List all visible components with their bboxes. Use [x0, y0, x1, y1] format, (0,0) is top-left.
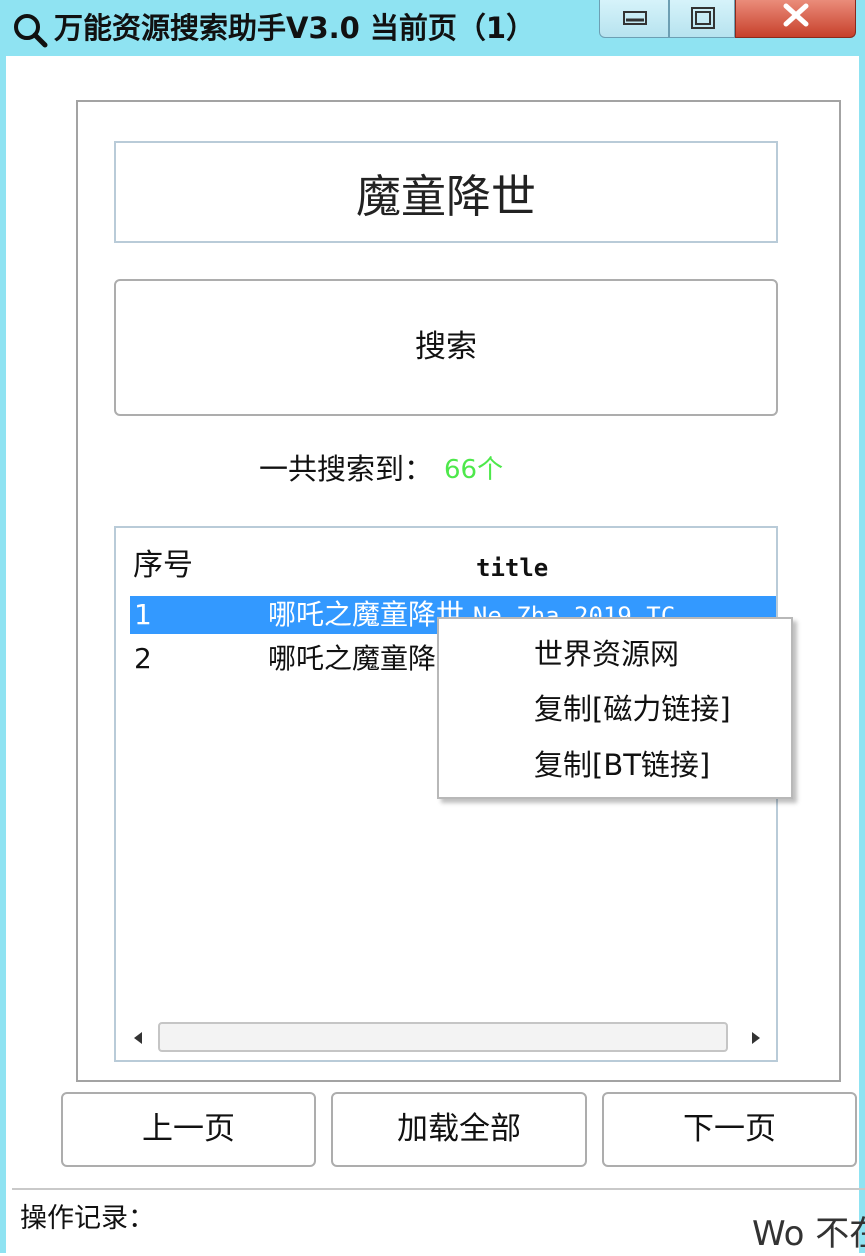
result-count-label: 一共搜索到： — [259, 452, 434, 486]
row-title: 哪吒之魔童降世 — [268, 640, 464, 678]
prev-page-button[interactable]: 上一页 — [61, 1092, 316, 1167]
scroll-right-arrow-icon[interactable] — [746, 1024, 766, 1052]
search-button[interactable]: 搜索 — [114, 279, 778, 416]
result-count-value: 66个 — [444, 455, 504, 485]
window-title: 万能资源搜索助手V3.0 当前页（1） — [54, 11, 536, 45]
context-menu: 世界资源网 复制[磁力链接] 复制[BT链接] — [437, 617, 793, 799]
scrollbar-thumb[interactable] — [158, 1022, 728, 1052]
minimize-button[interactable] — [599, 0, 669, 38]
row-title-cjk: 哪吒之魔童降世 — [268, 642, 465, 675]
column-header-title[interactable]: title — [476, 550, 548, 586]
divider — [12, 1188, 865, 1190]
column-header-index[interactable]: 序号 — [133, 548, 193, 584]
magnifier-icon — [14, 14, 48, 48]
next-page-button[interactable]: 下一页 — [602, 1092, 857, 1167]
watermark-text: Wo 不在 — [752, 1214, 865, 1254]
operation-log-label: 操作记录： — [20, 1203, 155, 1234]
row-index: 1 — [134, 598, 152, 631]
app-window: 万能资源搜索助手V3.0 当前页（1） 搜索 一共搜索到： 66个 序号 tit… — [0, 0, 865, 1253]
menu-item-copy-magnet[interactable]: 复制[磁力链接] — [534, 690, 731, 728]
close-icon — [783, 3, 809, 27]
load-all-button[interactable]: 加载全部 — [331, 1092, 587, 1167]
menu-item-copy-bt[interactable]: 复制[BT链接] — [534, 746, 710, 784]
scroll-left-arrow-icon[interactable] — [128, 1024, 148, 1052]
maximize-icon — [691, 7, 715, 29]
title-bar[interactable]: 万能资源搜索助手V3.0 当前页（1） — [6, 0, 865, 56]
search-input[interactable] — [114, 141, 778, 243]
maximize-button[interactable] — [669, 0, 735, 38]
horizontal-scrollbar[interactable] — [124, 1018, 772, 1058]
close-button[interactable] — [735, 0, 856, 38]
row-index: 2 — [134, 642, 152, 675]
menu-item-world-resource[interactable]: 世界资源网 — [534, 635, 679, 673]
minimize-icon — [623, 11, 647, 25]
